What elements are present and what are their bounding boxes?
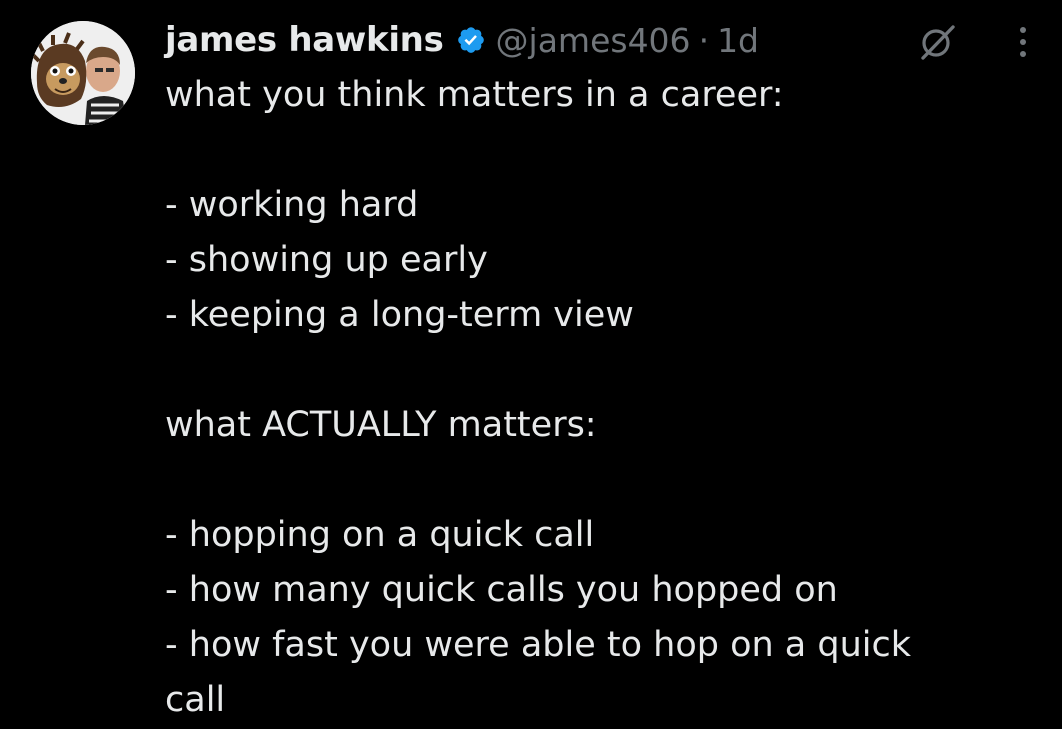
avatar[interactable]: [31, 21, 135, 125]
avatar-image: [31, 21, 135, 125]
tweet-line: call: [165, 680, 226, 720]
tweet-line: - showing up early: [165, 240, 488, 280]
author-display-name[interactable]: james hawkins: [165, 20, 444, 60]
separator-dot: ·: [698, 20, 710, 60]
tweet-line: - hopping on a quick call: [165, 515, 595, 555]
grok-icon[interactable]: [915, 22, 961, 62]
tweet-line: - working hard: [165, 185, 419, 225]
tweet-header: james hawkins @james406 · 1d: [165, 14, 759, 66]
verified-badge-icon[interactable]: [456, 25, 486, 55]
tweet-line: what ACTUALLY matters:: [165, 405, 597, 445]
tweet-line: what you think matters in a career:: [165, 75, 784, 115]
tweet-text: what you think matters in a career: - wo…: [165, 68, 1025, 728]
timestamp[interactable]: 1d: [717, 21, 759, 60]
tweet[interactable]: james hawkins @james406 · 1d what you th…: [0, 0, 1062, 729]
author-handle[interactable]: @james406: [496, 21, 691, 60]
tweet-line: - keeping a long-term view: [165, 295, 634, 335]
more-options-icon[interactable]: [1012, 22, 1034, 62]
tweet-line: - how fast you were able to hop on a qui…: [165, 625, 912, 665]
tweet-line: - how many quick calls you hopped on: [165, 570, 838, 610]
